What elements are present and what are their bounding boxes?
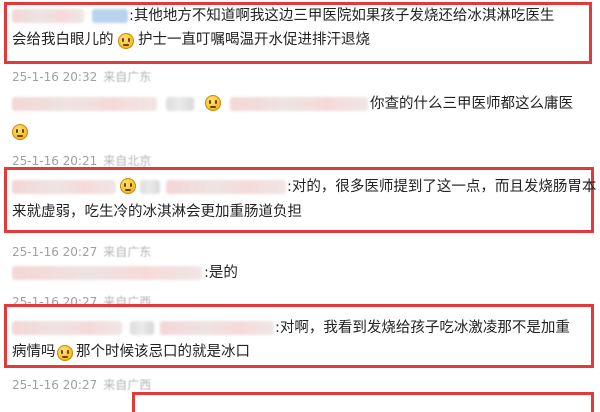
username-blurred[interactable]	[166, 180, 286, 194]
comment-4-line-1: :是的	[204, 265, 238, 281]
comment-3-meta: 25-1-16 20:27 来自广东	[12, 243, 151, 260]
emoji-icon	[120, 178, 136, 194]
comment-time: 25-1-16 20:27	[12, 245, 98, 259]
comment-1-line-1: :其他地方不知道啊我这边三甲医院如果孩子发烧还给冰淇淋吃医生	[129, 8, 555, 24]
username-badge-blurred[interactable]	[92, 9, 128, 23]
username-blurred[interactable]	[12, 321, 122, 335]
username-blurred[interactable]	[12, 9, 84, 23]
emoji-icon	[12, 124, 28, 140]
comment-time: 25-1-16 20:21	[12, 154, 98, 168]
comment-2-line-1: 你查的什么三甲医师都这么庸医	[370, 96, 573, 112]
username-blurred[interactable]	[12, 180, 116, 194]
grimace-emoji-icon	[57, 345, 73, 361]
blurred-content	[140, 180, 160, 194]
emoji-icon	[205, 95, 221, 111]
username-blurred[interactable]	[230, 97, 368, 111]
comment-source: 来自广东	[103, 245, 152, 259]
comment-time: 25-1-16 20:27	[12, 378, 98, 392]
comment-1-line-2-start: 会给我白眼儿的	[12, 32, 114, 48]
username-blurred[interactable]	[160, 321, 274, 335]
comment-5-line-1: :对啊，我看到发烧给孩子吃冰激凌那不是加重	[275, 320, 570, 336]
comment-time: 25-1-16 20:32	[12, 70, 98, 84]
comment-5-line-2-start: 病情吗	[12, 344, 56, 360]
comment-source: 来自北京	[103, 154, 152, 168]
comment-5-line-2-end: 那个时候该忌口的就是冰口	[76, 344, 250, 360]
comment-3-line-1: :对的，很多医师提到了这一点，而且发烧肠胃本	[287, 179, 597, 195]
blurred-content	[166, 97, 194, 111]
highlight-box-next	[132, 392, 594, 412]
comment-3-line-2: 来就虚弱，吃生冷的冰淇淋会更加重肠道负担	[12, 204, 302, 220]
comment-source: 来自广东	[103, 70, 152, 84]
blurred-content	[130, 321, 154, 335]
comment-1-line-2-end: 护士一直叮嘱喝温开水促进排汗退烧	[138, 32, 370, 48]
comment-source: 来自广西	[103, 378, 152, 392]
grimace-emoji-icon	[118, 33, 134, 49]
username-blurred[interactable]	[12, 266, 202, 280]
comment-1-meta: 25-1-16 20:32 来自广东	[12, 68, 151, 85]
comment-5-meta: 25-1-16 20:27 来自广西	[12, 376, 151, 393]
username-blurred[interactable]	[12, 97, 157, 111]
